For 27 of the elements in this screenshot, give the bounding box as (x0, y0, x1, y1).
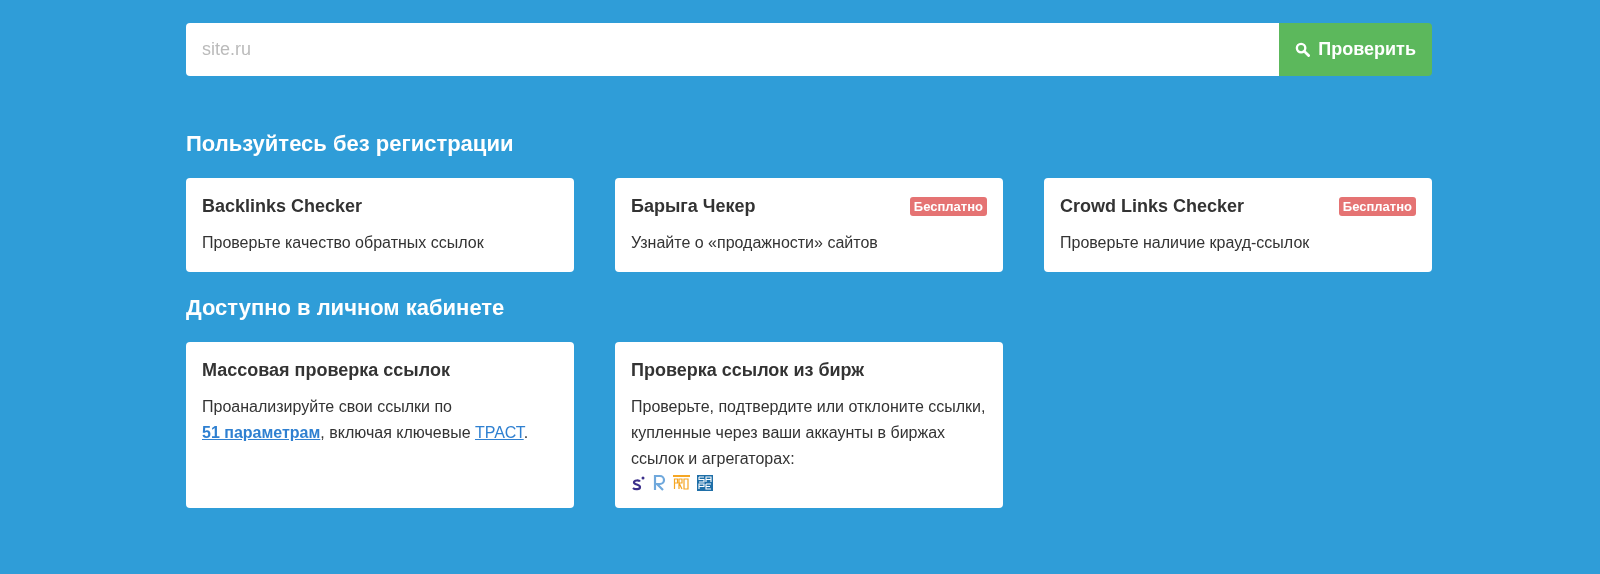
tool-card[interactable]: Crowd Links Checker Бесплатно Проверьте наличие крауд-ссылок (1044, 178, 1432, 272)
tool-card[interactable]: Backlinks Checker Проверьте качество обратных ссылок (186, 178, 574, 272)
card-description: Узнайте о «продажности» сайтов (631, 233, 879, 253)
tool-card[interactable]: Проверка ссылок из бирж Проверьте, подтвердите или отклоните ссылки, купленные через ваши аккаунты в биржах ссылок и агрегаторах: (615, 342, 1003, 508)
card-title: Проверка ссылок из бирж (631, 359, 865, 382)
section-heading: Доступно в личном кабинете (186, 294, 506, 322)
card-description: Проверьте качество обратных ссылок (202, 233, 485, 253)
card-title: Барыга Чекер (631, 195, 756, 218)
card-title: Массовая проверка ссылок (202, 359, 450, 382)
card-description: Проверьте, подтвердите или отклоните ссылки, купленные через ваши аккаунты в биржах ссылок и агрегаторах: (631, 397, 987, 469)
exchange-logo-icon (652, 474, 666, 491)
search-field[interactable]: site.ru (186, 23, 1280, 76)
card-title: Backlinks Checker (202, 195, 363, 218)
card-title: Crowd Links Checker (1060, 195, 1245, 218)
tool-card[interactable]: Массовая проверка ссылок Проанализируйте свои ссылки по 51 параметрам, включая ключевые ТРАСТ. (186, 342, 574, 508)
exchange-logo-icon (697, 474, 713, 491)
exchange-logo-icon (673, 475, 690, 490)
exchange-logo-icon (631, 474, 645, 491)
free-badge: Бесплатно (909, 196, 987, 216)
search-icon (1295, 42, 1311, 57)
free-badge: Бесплатно (1338, 196, 1416, 216)
text-link[interactable]: 51 параметрам (202, 424, 321, 441)
section-heading: Пользуйтесь без регистрации (186, 130, 515, 158)
tool-card[interactable]: Барыга Чекер Бесплатно Узнайте о «продажности» сайтов (615, 178, 1003, 272)
card-description: Проверьте наличие крауд-ссылок (1060, 233, 1311, 253)
text-link[interactable]: ТРАСТ (475, 424, 524, 441)
card-description: Проанализируйте свои ссылки по 51 параметрам, включая ключевые ТРАСТ. (202, 397, 530, 443)
